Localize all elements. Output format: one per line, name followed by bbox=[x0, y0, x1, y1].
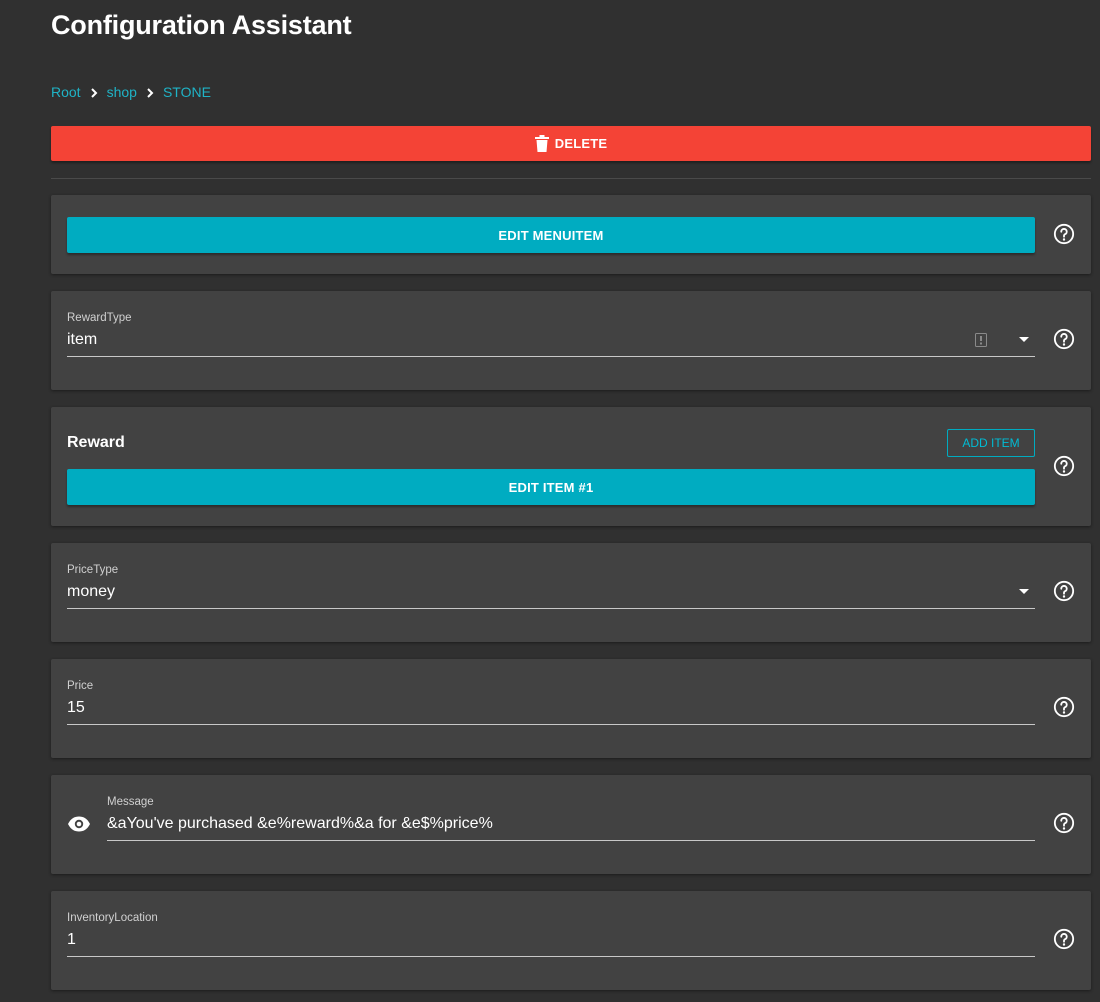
breadcrumb-stone[interactable]: STONE bbox=[163, 84, 211, 100]
edit-item-button[interactable]: EDIT ITEM #1 bbox=[67, 469, 1035, 505]
help-icon[interactable] bbox=[1053, 928, 1075, 950]
inventory-location-value: 1 bbox=[67, 931, 76, 948]
inventory-location-label: InventoryLocation bbox=[67, 912, 158, 924]
reward-title: Reward bbox=[67, 434, 125, 451]
reward-type-select[interactable]: RewardType item bbox=[67, 311, 1035, 357]
page-title: Configuration Assistant bbox=[51, 10, 352, 40]
eye-icon[interactable] bbox=[67, 815, 91, 833]
field-underline bbox=[67, 724, 1035, 725]
message-label: Message bbox=[107, 796, 154, 808]
help-icon[interactable] bbox=[1053, 812, 1075, 834]
help-icon[interactable] bbox=[1053, 580, 1075, 602]
chevron-right-icon bbox=[81, 85, 107, 100]
price-card: Price 15 bbox=[51, 659, 1091, 758]
price-type-value: money bbox=[67, 583, 116, 600]
help-icon[interactable] bbox=[1053, 328, 1075, 350]
breadcrumb-shop[interactable]: shop bbox=[107, 84, 137, 100]
price-label: Price bbox=[67, 680, 94, 692]
caret-down-icon[interactable] bbox=[1019, 337, 1029, 342]
add-item-button[interactable]: ADD ITEM bbox=[947, 429, 1035, 457]
edit-item-label: EDIT ITEM #1 bbox=[508, 479, 594, 495]
message-card: Message &aYou've purchased &e%reward%&a … bbox=[51, 775, 1091, 874]
caret-down-icon[interactable] bbox=[1019, 589, 1029, 594]
field-underline bbox=[67, 608, 1035, 609]
reward-type-value: item bbox=[67, 331, 98, 348]
breadcrumb-root[interactable]: Root bbox=[51, 84, 81, 100]
menuitem-card: EDIT MENUITEM bbox=[51, 195, 1091, 274]
price-value: 15 bbox=[67, 699, 85, 716]
message-value: &aYou've purchased &e%reward%&a for &e$%… bbox=[107, 815, 493, 832]
price-type-card: PriceType money bbox=[51, 543, 1091, 642]
field-underline bbox=[67, 956, 1035, 957]
reward-type-card: RewardType item bbox=[51, 291, 1091, 390]
inventory-location-card: InventoryLocation 1 bbox=[51, 891, 1091, 990]
add-item-label: ADD ITEM bbox=[962, 436, 1020, 450]
reward-type-label: RewardType bbox=[67, 312, 132, 324]
price-type-label: PriceType bbox=[67, 564, 119, 576]
chevron-right-icon bbox=[137, 85, 163, 100]
configuration-assistant-page: Configuration Assistant Root shop STONE … bbox=[0, 0, 1100, 1002]
price-type-select[interactable]: PriceType money bbox=[67, 563, 1035, 609]
help-icon[interactable] bbox=[1053, 223, 1075, 245]
help-icon[interactable] bbox=[1053, 455, 1075, 477]
edit-menuitem-label: EDIT MENUITEM bbox=[498, 227, 604, 243]
reward-card: Reward ADD ITEM EDIT ITEM #1 bbox=[51, 407, 1091, 526]
list-icon bbox=[975, 333, 987, 347]
message-input[interactable]: Message &aYou've purchased &e%reward%&a … bbox=[107, 795, 1035, 841]
price-input[interactable]: Price 15 bbox=[67, 679, 1035, 725]
field-underline bbox=[107, 840, 1035, 841]
delete-button[interactable]: DELETE bbox=[51, 126, 1091, 161]
field-underline bbox=[67, 356, 1035, 357]
inventory-location-input[interactable]: InventoryLocation 1 bbox=[67, 911, 1035, 957]
edit-menuitem-button[interactable]: EDIT MENUITEM bbox=[67, 217, 1035, 253]
help-icon[interactable] bbox=[1053, 696, 1075, 718]
breadcrumb: Root shop STONE bbox=[51, 83, 211, 101]
trash-icon bbox=[534, 135, 549, 152]
delete-button-label: DELETE bbox=[554, 136, 608, 151]
divider bbox=[51, 178, 1091, 179]
